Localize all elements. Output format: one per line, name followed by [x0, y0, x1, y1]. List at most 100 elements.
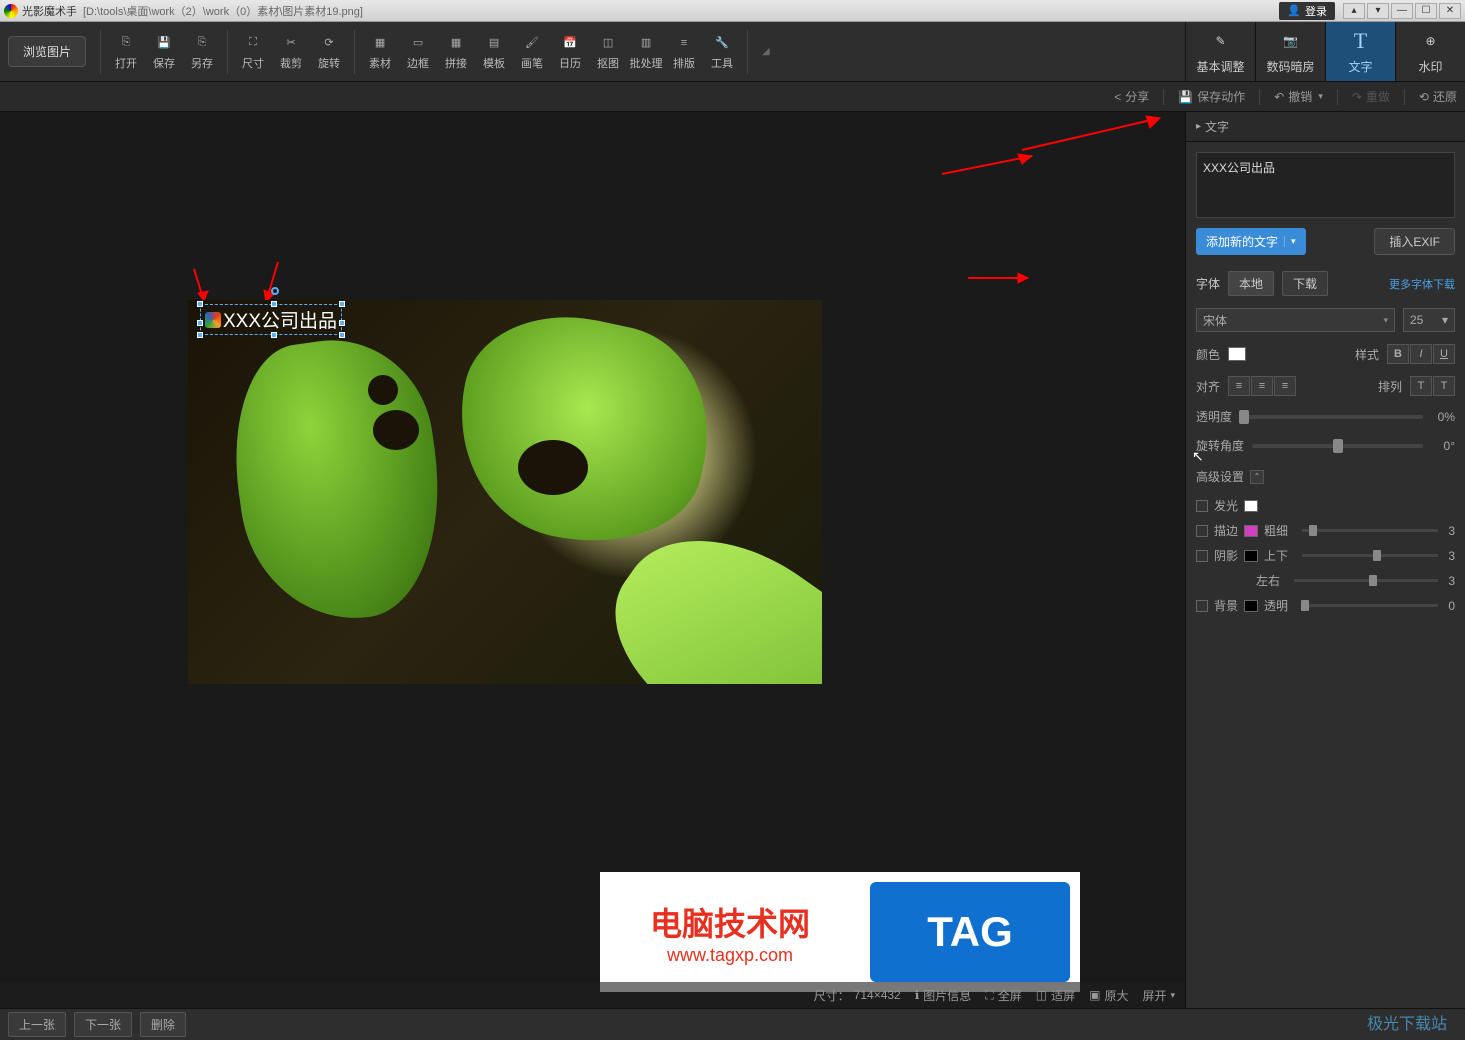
- panel-header[interactable]: 文字: [1186, 112, 1465, 142]
- background-checkbox[interactable]: [1196, 600, 1208, 612]
- glow-checkbox[interactable]: [1196, 500, 1208, 512]
- close-icon[interactable]: ✕: [1439, 3, 1461, 19]
- arrange-vertical-button[interactable]: T: [1433, 376, 1455, 396]
- shadow-vertical-slider[interactable]: [1302, 554, 1438, 557]
- tab-darkroom[interactable]: 📷数码暗房: [1255, 22, 1325, 81]
- more-fonts-link[interactable]: 更多字体下载: [1389, 276, 1455, 292]
- maximize-icon[interactable]: ☐: [1415, 3, 1437, 19]
- template-button[interactable]: ▤模板: [475, 33, 513, 71]
- open-button[interactable]: ⎘打开: [107, 33, 145, 71]
- border-button[interactable]: ▭边框: [399, 33, 437, 71]
- brush-button[interactable]: 🖌画笔: [513, 33, 551, 71]
- dimension-button[interactable]: ⛶尺寸: [234, 33, 272, 71]
- bold-button[interactable]: B: [1387, 344, 1409, 364]
- arrange-horizontal-button[interactable]: T: [1410, 376, 1432, 396]
- bg-color-swatch[interactable]: [1244, 600, 1258, 612]
- advanced-header[interactable]: 高级设置 ⌃: [1186, 460, 1465, 493]
- undo-icon: ↶: [1274, 90, 1284, 104]
- glow-label: 发光: [1214, 497, 1238, 514]
- main-area: XXX公司出品 电脑技术网 www.tagxp.com TAG 文字 XX: [0, 112, 1465, 1008]
- layout-button[interactable]: ≡排版: [665, 33, 703, 71]
- redo-button[interactable]: ↷重做: [1352, 88, 1390, 105]
- prev-image-button[interactable]: 上一张: [8, 1012, 66, 1037]
- canvas-area[interactable]: XXX公司出品 电脑技术网 www.tagxp.com TAG: [0, 112, 1185, 1008]
- calendar-button[interactable]: 📅日历: [551, 33, 589, 71]
- material-button[interactable]: ▦素材: [361, 33, 399, 71]
- stroke-checkbox[interactable]: [1196, 525, 1208, 537]
- material-icon: ▦: [370, 33, 390, 53]
- cutout-button[interactable]: ◫抠图: [589, 33, 627, 71]
- save-action-button[interactable]: 💾保存动作: [1178, 88, 1245, 105]
- restore-button[interactable]: ⟲还原: [1419, 88, 1457, 105]
- user-icon: 👤: [1287, 4, 1301, 17]
- opacity-value: 0%: [1431, 410, 1455, 424]
- bg-transparent-slider[interactable]: [1302, 604, 1438, 607]
- restore-icon: ⟲: [1419, 90, 1429, 104]
- image-stage[interactable]: XXX公司出品: [188, 300, 822, 684]
- align-left-button[interactable]: ≡: [1228, 376, 1250, 396]
- tab-text[interactable]: T文字: [1325, 22, 1395, 81]
- shadow-label: 阴影: [1214, 547, 1238, 564]
- save-button[interactable]: 💾保存: [145, 33, 183, 71]
- pin-up-icon[interactable]: ▴: [1343, 3, 1365, 19]
- font-size-select[interactable]: 25▾: [1403, 308, 1455, 332]
- font-tab-download[interactable]: 下载: [1282, 271, 1328, 296]
- font-label: 字体: [1196, 275, 1220, 292]
- stroke-color-swatch[interactable]: [1244, 525, 1258, 537]
- text-input[interactable]: XXX公司出品: [1196, 152, 1455, 218]
- font-tab-local[interactable]: 本地: [1228, 271, 1274, 296]
- shadow-checkbox[interactable]: [1196, 550, 1208, 562]
- rotate-button[interactable]: ⟳旋转: [310, 33, 348, 71]
- saveas-button[interactable]: ⎘另存: [183, 33, 221, 71]
- add-text-button[interactable]: 添加新的文字▾: [1196, 228, 1306, 255]
- tab-watermark[interactable]: ⊕水印: [1395, 22, 1465, 81]
- font-family-select[interactable]: 宋体▾: [1196, 308, 1395, 332]
- next-image-button[interactable]: 下一张: [74, 1012, 132, 1037]
- rotation-slider[interactable]: [1252, 444, 1423, 448]
- chevron-down-icon: ▾: [1442, 313, 1448, 327]
- chevron-down-icon[interactable]: ▾: [1284, 236, 1296, 247]
- original-size-button[interactable]: ▣原大: [1089, 987, 1128, 1004]
- align-center-button[interactable]: ≡: [1251, 376, 1273, 396]
- undo-button[interactable]: ↶撤销▾: [1274, 88, 1323, 105]
- glow-color-swatch[interactable]: [1244, 500, 1258, 512]
- style-label: 样式: [1355, 346, 1379, 363]
- background-label: 背景: [1214, 597, 1238, 614]
- text-color-swatch[interactable]: [1228, 347, 1246, 361]
- browse-images-button[interactable]: 浏览图片: [8, 36, 86, 67]
- batch-button[interactable]: ▥批处理: [627, 33, 665, 71]
- window-controls: ▴ ▾ — ☐ ✕: [1343, 3, 1461, 19]
- shadow-horizontal-slider[interactable]: [1294, 579, 1438, 582]
- fit-screen-button[interactable]: ◫适屏: [1036, 987, 1075, 1004]
- text-overlay-box[interactable]: XXX公司出品: [200, 304, 342, 335]
- stroke-thickness-slider[interactable]: [1302, 529, 1438, 532]
- right-panel: 文字 XXX公司出品 添加新的文字▾ 插入EXIF 字体 本地 下载 更多字体下…: [1185, 112, 1465, 1008]
- tab-basic-adjust[interactable]: ✎基本调整: [1185, 22, 1255, 81]
- zoom-toggle[interactable]: 屏开▾: [1142, 987, 1175, 1004]
- fullscreen-button[interactable]: ⛶全屏: [985, 987, 1021, 1004]
- thickness-label: 粗细: [1264, 522, 1292, 539]
- brush-icon: 🖌: [522, 33, 542, 53]
- pin-down-icon[interactable]: ▾: [1367, 3, 1389, 19]
- crop-button[interactable]: ✂裁剪: [272, 33, 310, 71]
- collage-button[interactable]: ▦拼接: [437, 33, 475, 71]
- rotate-icon: ⟳: [319, 33, 339, 53]
- opacity-label: 透明度: [1196, 408, 1232, 425]
- shadow-color-swatch[interactable]: [1244, 550, 1258, 562]
- underline-button[interactable]: U: [1433, 344, 1455, 364]
- login-button[interactable]: 👤 登录: [1279, 2, 1335, 20]
- crop-icon: ✂: [281, 33, 301, 53]
- expand-icon[interactable]: ◢: [762, 46, 770, 57]
- insert-exif-button[interactable]: 插入EXIF: [1374, 228, 1455, 255]
- delete-image-button[interactable]: 删除: [140, 1012, 186, 1037]
- tools-button[interactable]: 🔧工具: [703, 33, 741, 71]
- thickness-value: 3: [1448, 524, 1455, 538]
- image-info-button[interactable]: ℹ图片信息: [915, 987, 972, 1004]
- share-button[interactable]: <分享: [1114, 88, 1149, 105]
- opacity-slider[interactable]: [1240, 415, 1423, 419]
- image-size: 尺寸：714×432: [814, 987, 901, 1004]
- minimize-icon[interactable]: —: [1391, 3, 1413, 19]
- align-right-button[interactable]: ≡: [1274, 376, 1296, 396]
- italic-button[interactable]: I: [1410, 344, 1432, 364]
- file-path: [D:\tools\桌面\work（2）\work（0）素材\图片素材19.pn…: [83, 3, 363, 19]
